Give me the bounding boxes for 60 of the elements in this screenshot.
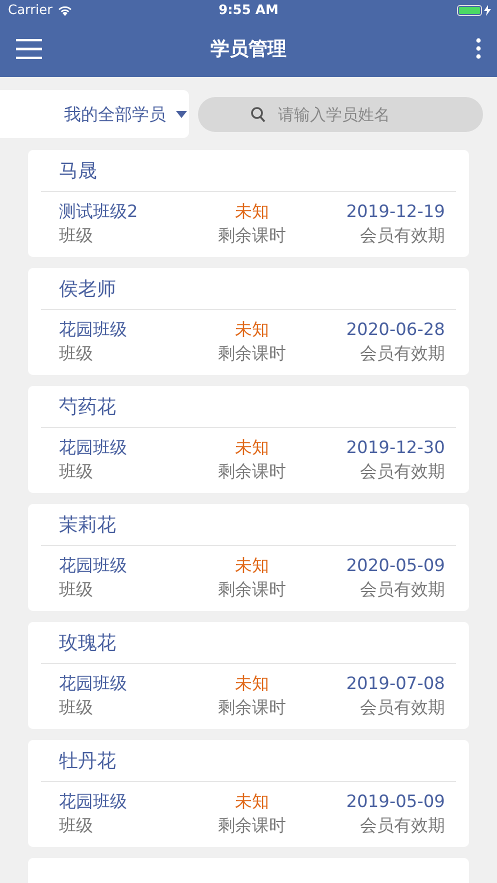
class-name: 花园班级 <box>59 319 127 342</box>
student-card[interactable]: 玫瑰花 花园班级 未知 2019-07-08 班级 剩余课时 会员有效期 <box>28 622 469 729</box>
remaining-hours-label: 剩余课时 <box>218 343 286 366</box>
expiry-date: 2019-12-30 <box>346 437 445 460</box>
class-name: 花园班级 <box>59 673 127 696</box>
class-name: 花园班级 <box>59 437 127 460</box>
expiry-date: 2019-12-19 <box>346 201 445 224</box>
expiry-label: 会员有效期 <box>360 225 445 248</box>
remaining-hours: 未知 <box>234 555 269 578</box>
charging-bolt-icon <box>484 4 491 16</box>
remaining-hours-label: 剩余课时 <box>218 461 286 484</box>
remaining-hours: 未知 <box>234 791 269 814</box>
remaining-hours: 未知 <box>234 673 269 696</box>
class-name: 测试班级2 <box>59 201 138 224</box>
student-name: 茉莉花 <box>59 512 116 538</box>
expiry-date: 2020-06-28 <box>346 319 445 342</box>
expiry-date: 2019-07-08 <box>346 673 445 696</box>
page-title: 学员管理 <box>210 36 286 62</box>
student-name: 马晟 <box>59 158 97 184</box>
student-card[interactable]: 芍药花 花园班级 未知 2019-12-30 班级 剩余课时 会员有效期 <box>28 386 469 493</box>
expiry-date: 2020-05-09 <box>346 555 445 578</box>
search-icon <box>251 106 266 122</box>
menu-icon[interactable] <box>16 38 42 58</box>
remaining-hours-label: 剩余课时 <box>218 225 286 248</box>
student-name: 玫瑰花 <box>59 630 116 656</box>
expiry-label: 会员有效期 <box>360 579 445 602</box>
carrier-name: Carrier <box>8 2 52 18</box>
class-name: 花园班级 <box>59 555 127 578</box>
class-label: 班级 <box>59 225 93 248</box>
class-label: 班级 <box>59 815 93 838</box>
class-label: 班级 <box>59 343 93 366</box>
remaining-hours-label: 剩余课时 <box>218 697 286 720</box>
remaining-hours-label: 剩余课时 <box>218 815 286 838</box>
expiry-label: 会员有效期 <box>360 697 445 720</box>
expiry-label: 会员有效期 <box>360 815 445 838</box>
search-field[interactable]: 请输入学员姓名 <box>198 96 483 132</box>
more-icon[interactable] <box>476 38 481 59</box>
remaining-hours: 未知 <box>234 319 269 342</box>
expiry-label: 会员有效期 <box>360 343 445 366</box>
student-card[interactable]: 侯老师 花园班级 未知 2020-06-28 班级 剩余课时 会员有效期 <box>28 268 469 375</box>
student-card[interactable]: 马晟 测试班级2 未知 2019-12-19 班级 剩余课时 会员有效期 <box>28 150 469 257</box>
student-name: 牡丹花 <box>59 748 116 774</box>
battery-icon <box>457 4 482 16</box>
class-name: 花园班级 <box>59 791 127 814</box>
student-card[interactable]: 茉莉花 花园班级 未知 2020-05-09 班级 剩余课时 会员有效期 <box>28 504 469 611</box>
student-name: 芍药花 <box>59 394 116 420</box>
remaining-hours: 未知 <box>234 437 269 460</box>
student-filter-dropdown[interactable]: 我的全部学员 <box>0 90 189 138</box>
remaining-hours: 未知 <box>234 201 269 224</box>
caret-icon <box>176 110 187 118</box>
student-name: 侯老师 <box>59 276 116 302</box>
wifi-icon <box>57 4 74 16</box>
remaining-hours-label: 剩余课时 <box>218 579 286 602</box>
student-card[interactable]: 牡丹花 花园班级 未知 2019-05-09 班级 剩余课时 会员有效期 <box>28 740 469 847</box>
expiry-label: 会员有效期 <box>360 461 445 484</box>
class-label: 班级 <box>59 697 93 720</box>
clock-time: 9:55 AM <box>218 2 278 18</box>
class-label: 班级 <box>59 461 93 484</box>
expiry-date: 2019-05-09 <box>346 791 445 814</box>
class-label: 班级 <box>59 579 93 602</box>
